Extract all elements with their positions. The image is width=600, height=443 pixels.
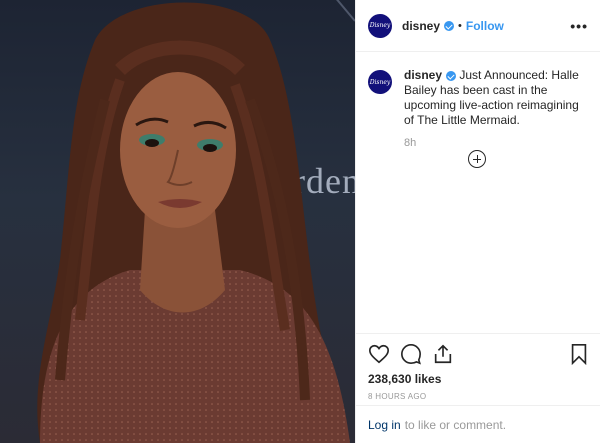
action-bar: 238,630 likes 8 HOURS AGO — [356, 333, 600, 401]
caption-body: disney Just Announced: Halle Bailey has … — [404, 68, 588, 151]
share-icon[interactable] — [432, 343, 454, 365]
follow-button[interactable]: Follow — [466, 19, 504, 33]
post-details-panel: Disney disney • Follow ••• Disney disney… — [355, 0, 600, 443]
comment-icon[interactable] — [400, 343, 422, 365]
avatar[interactable]: Disney — [368, 13, 392, 38]
more-options-icon[interactable]: ••• — [570, 18, 588, 34]
action-icons — [368, 342, 589, 366]
login-prompt-text: to like or comment. — [404, 417, 507, 432]
separator-dot: • — [458, 19, 462, 32]
caption-time: 8h — [404, 137, 417, 149]
post-photo[interactable]: Arden — [0, 0, 355, 443]
likes-count[interactable]: 238,630 likes — [368, 372, 589, 386]
username-link[interactable]: disney — [402, 19, 440, 33]
verified-badge-icon — [444, 20, 455, 31]
caption-verified-badge-icon — [446, 70, 457, 81]
login-prompt: Log in to like or comment. — [356, 405, 600, 443]
posted-time: 8 HOURS AGO — [368, 392, 427, 401]
avatar-logo-text: Disney — [369, 22, 391, 29]
post-header: Disney disney • Follow ••• — [356, 0, 600, 52]
bookmark-icon[interactable] — [569, 343, 589, 365]
caption-avatar[interactable]: Disney — [368, 70, 392, 94]
caption-username-link[interactable]: disney — [404, 68, 442, 82]
caption-avatar-logo-text: Disney — [369, 78, 391, 86]
portrait-illustration — [37, 2, 350, 443]
load-more-comments-icon[interactable] — [468, 150, 486, 168]
like-heart-icon[interactable] — [368, 343, 390, 365]
caption: Disney disney Just Announced: Halle Bail… — [356, 52, 600, 151]
login-link[interactable]: Log in — [368, 418, 401, 432]
instagram-post: Arden Disney disney • Follow ••• Disney … — [0, 0, 600, 443]
